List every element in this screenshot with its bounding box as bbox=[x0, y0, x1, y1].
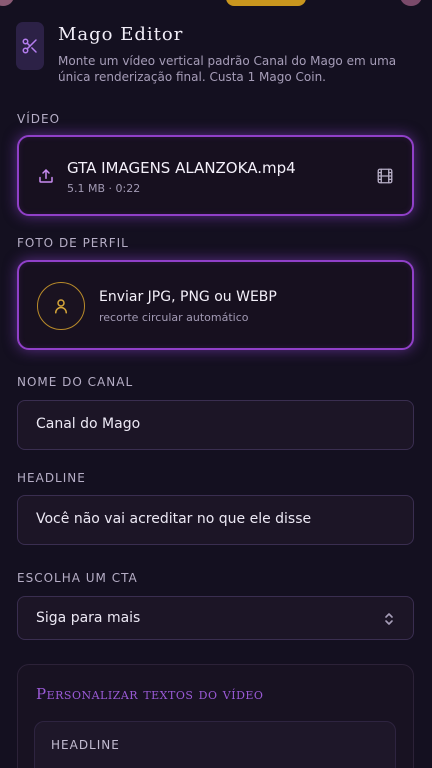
coin-badge[interactable] bbox=[226, 0, 306, 6]
video-file-name: GTA IMAGENS ALANZOKA.mp4 bbox=[67, 159, 296, 177]
profile-photo-upload-card[interactable]: Enviar JPG, PNG ou WEBP recorte circular… bbox=[17, 260, 414, 350]
logo-box bbox=[16, 22, 44, 70]
app-description: Monte um vídeo vertical padrão Canal do … bbox=[58, 54, 397, 84]
film-icon bbox=[377, 168, 393, 184]
avatar-left[interactable] bbox=[0, 0, 14, 6]
headline-input[interactable]: Você não vai acreditar no que ele disse bbox=[17, 495, 414, 545]
top-strip bbox=[0, 0, 432, 8]
avatar-placeholder bbox=[37, 282, 85, 330]
video-upload-card[interactable]: GTA IMAGENS ALANZOKA.mp4 5.1 MB · 0:22 bbox=[17, 135, 414, 216]
header: Mago Editor Monte um vídeo vertical padr… bbox=[16, 22, 416, 92]
channel-name-value: Canal do Mago bbox=[36, 416, 141, 432]
cta-selected-value: Siga para mais bbox=[36, 610, 141, 626]
customize-headline-label: HEADLINE bbox=[51, 738, 120, 752]
profile-upload-subtitle: recorte circular automático bbox=[99, 311, 249, 324]
user-icon bbox=[55, 299, 67, 314]
headline-value: Você não vai acreditar no que ele disse bbox=[36, 511, 312, 527]
customize-panel-title[interactable]: Personalizar textos do vídeo bbox=[36, 685, 263, 703]
cta-select[interactable]: Siga para mais bbox=[17, 596, 414, 640]
app-title: Mago Editor bbox=[58, 24, 184, 45]
video-label: VÍDEO bbox=[17, 112, 61, 126]
cta-label: ESCOLHA UM CTA bbox=[17, 571, 138, 585]
customize-headline-section: HEADLINE bbox=[34, 721, 396, 768]
channel-name-label: NOME DO CANAL bbox=[17, 375, 134, 389]
channel-name-input[interactable]: Canal do Mago bbox=[17, 400, 414, 450]
select-arrows-icon bbox=[385, 613, 393, 625]
profile-photo-label: FOTO DE PERFIL bbox=[17, 236, 129, 250]
profile-upload-title: Enviar JPG, PNG ou WEBP bbox=[99, 289, 277, 305]
customize-texts-panel: Personalizar textos do vídeo HEADLINE bbox=[17, 664, 414, 768]
upload-icon bbox=[39, 169, 53, 183]
scissors-icon bbox=[22, 38, 37, 54]
avatar-right[interactable] bbox=[400, 0, 422, 6]
headline-label: HEADLINE bbox=[17, 471, 86, 485]
video-file-meta: 5.1 MB · 0:22 bbox=[67, 182, 141, 195]
